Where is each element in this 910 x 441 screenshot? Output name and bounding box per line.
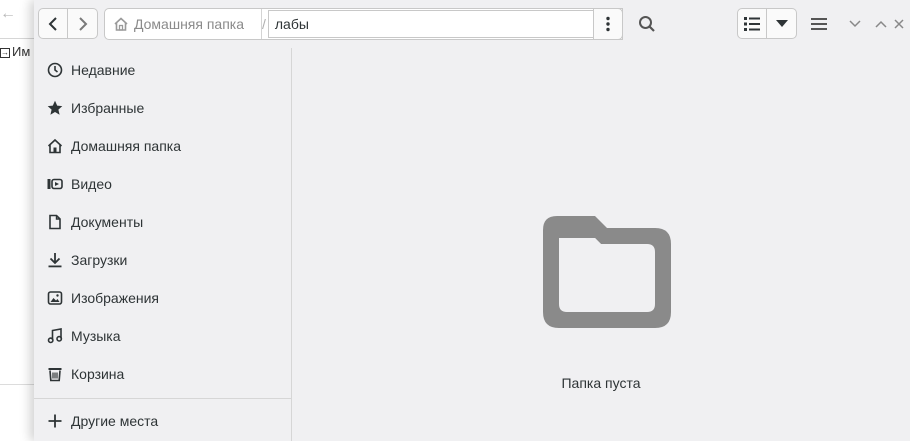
sidebar-item-home[interactable]: Домашняя папка (34, 127, 291, 165)
close-button[interactable] (894, 8, 910, 40)
places-sidebar: Недавние Избранные Домашняя папка Видео … (34, 48, 292, 441)
background-item-label: Им (12, 44, 31, 58)
sidebar-item-label: Другие места (71, 413, 159, 429)
breadcrumb-current-label: лабы (274, 16, 309, 32)
document-icon (46, 213, 64, 231)
sidebar-item-label: Видео (71, 176, 112, 192)
plus-icon (46, 412, 64, 430)
breadcrumb-home[interactable]: Домашняя папка (105, 9, 262, 39)
sidebar-item-label: Корзина (71, 366, 125, 382)
image-icon (46, 289, 64, 307)
vertical-dots-icon (606, 16, 610, 32)
sidebar-item-starred[interactable]: Избранные (34, 89, 291, 127)
sidebar-item-music[interactable]: Музыка (34, 317, 291, 355)
breadcrumb-current[interactable]: лабы (267, 10, 622, 38)
maximize-button[interactable] (868, 8, 894, 40)
sidebar-item-recent[interactable]: Недавние (34, 51, 291, 89)
sidebar-item-label: Музыка (71, 328, 121, 344)
background-menu-item[interactable]: → Им (0, 44, 34, 58)
sidebar-item-label: Загрузки (71, 252, 128, 268)
sidebar-item-trash[interactable]: Корзина (34, 355, 291, 393)
close-icon (894, 19, 904, 29)
sidebar-item-videos[interactable]: Видео (34, 165, 291, 203)
search-button[interactable] (631, 8, 663, 40)
sidebar-item-label: Избранные (71, 100, 145, 116)
file-chooser-window: Домашняя папка / лабы Недавние Избранные… (34, 0, 910, 441)
sidebar-item-pictures[interactable]: Изображения (34, 279, 291, 317)
background-window: ← → Им (0, 0, 34, 441)
path-bar: Домашняя папка / лабы (104, 8, 623, 40)
trash-icon (46, 365, 64, 383)
search-icon (639, 16, 655, 32)
back-arrow-icon[interactable]: ← (0, 6, 16, 22)
sidebar-item-label: Домашняя папка (71, 138, 182, 154)
chevron-right-icon (78, 16, 87, 31)
file-view[interactable]: Папка пуста (292, 48, 910, 441)
import-icon: → (0, 47, 10, 58)
path-options-button[interactable] (593, 8, 623, 40)
breadcrumb-home-label: Домашняя папка (134, 16, 245, 32)
star-icon (46, 99, 64, 117)
back-button[interactable] (38, 8, 68, 39)
sidebar-item-documents[interactable]: Документы (34, 203, 291, 241)
breadcrumb-separator: / (262, 16, 266, 32)
music-icon (46, 327, 64, 345)
minimize-button[interactable] (842, 8, 868, 40)
divider (0, 384, 34, 385)
divider (0, 38, 34, 39)
sidebar-item-label: Недавние (71, 62, 136, 78)
sidebar-item-label: Документы (71, 214, 144, 230)
folder-icon (543, 216, 671, 328)
main-menu-button[interactable] (804, 8, 834, 40)
home-icon (46, 137, 64, 155)
empty-folder-message: Папка пуста (561, 375, 641, 391)
chevron-up-icon (875, 20, 887, 28)
sidebar-item-other-locations[interactable]: Другие места (34, 402, 291, 440)
download-icon (46, 251, 64, 269)
header-bar: Домашняя папка / лабы (34, 0, 910, 48)
list-view-icon (744, 16, 760, 31)
chevron-down-icon (849, 20, 861, 28)
sidebar-divider (34, 398, 291, 399)
hamburger-icon (811, 18, 827, 30)
home-icon (114, 17, 128, 31)
sidebar-item-downloads[interactable]: Загрузки (34, 241, 291, 279)
video-icon (46, 175, 64, 193)
sidebar-item-label: Изображения (71, 290, 159, 306)
forward-button[interactable] (68, 8, 98, 39)
clock-icon (46, 61, 64, 79)
caret-down-icon (775, 19, 788, 27)
list-view-button[interactable] (737, 8, 767, 39)
chevron-left-icon (48, 16, 57, 31)
view-options-dropdown[interactable] (767, 8, 797, 39)
